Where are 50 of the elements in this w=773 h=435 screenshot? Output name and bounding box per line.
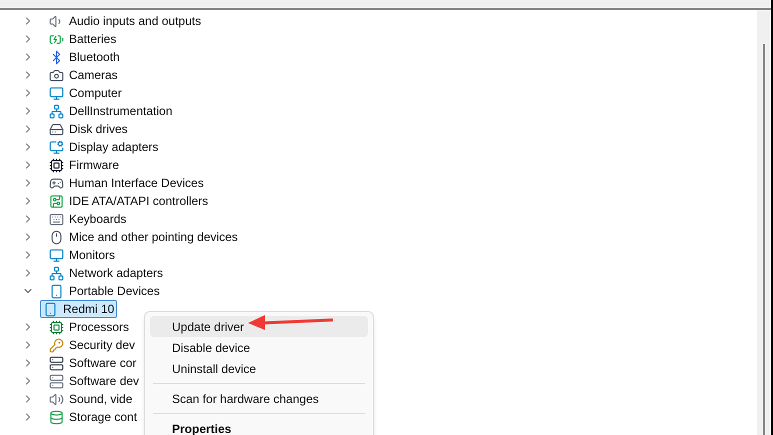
network-icon bbox=[49, 104, 64, 118]
menu-item[interactable]: Scan for hardware changes bbox=[150, 388, 368, 409]
tree-item[interactable]: Cameras bbox=[46, 66, 121, 84]
menu-item[interactable]: Uninstall device bbox=[150, 358, 368, 379]
tree-item[interactable]: Mice and other pointing devices bbox=[46, 228, 241, 246]
monitor-icon bbox=[49, 140, 64, 154]
keyboard-icon bbox=[49, 212, 64, 226]
tree-item[interactable]: Human Interface Devices bbox=[46, 174, 207, 192]
server-icon bbox=[49, 374, 64, 388]
tree-item[interactable]: Bluetooth bbox=[46, 48, 123, 66]
network-icon bbox=[49, 266, 64, 280]
tree-item[interactable]: Monitors bbox=[46, 246, 118, 264]
tree-item[interactable]: DellInstrumentation bbox=[46, 102, 176, 120]
circuit-board-icon bbox=[49, 194, 64, 208]
tree-item[interactable]: Portable Devices bbox=[46, 282, 163, 300]
server-icon bbox=[49, 356, 64, 370]
mouse-icon bbox=[49, 230, 64, 244]
scrollbar-thumb[interactable] bbox=[763, 44, 765, 435]
tree-item[interactable]: Firmware bbox=[46, 156, 122, 174]
menu-item[interactable]: Properties bbox=[150, 418, 368, 435]
phone-icon bbox=[43, 302, 58, 316]
tree-item[interactable]: Redmi 10 bbox=[40, 300, 118, 318]
menu-item[interactable]: Update driver bbox=[150, 316, 368, 337]
tree-item[interactable]: Display adapters bbox=[46, 138, 162, 156]
speaker-icon bbox=[49, 392, 64, 406]
menu-item[interactable]: Disable device bbox=[150, 337, 368, 358]
camera-icon bbox=[49, 68, 64, 82]
scrollbar[interactable] bbox=[757, 10, 771, 435]
storage-icon bbox=[49, 410, 64, 424]
tree-item[interactable]: Computer bbox=[46, 84, 125, 102]
chip-icon bbox=[49, 320, 64, 334]
tree-item[interactable]: Processors bbox=[46, 318, 132, 336]
monitor-icon bbox=[49, 248, 64, 262]
drive-icon bbox=[49, 122, 64, 136]
tree-item[interactable]: Disk drives bbox=[46, 120, 131, 138]
tree-item[interactable]: Security dev bbox=[46, 336, 138, 354]
phone-icon bbox=[49, 284, 64, 298]
tree-item[interactable]: Keyboards bbox=[46, 210, 130, 228]
tree-item[interactable]: Audio inputs and outputs bbox=[46, 12, 204, 30]
tree-item[interactable]: Software cor bbox=[46, 354, 140, 372]
gamepad-icon bbox=[49, 176, 64, 190]
tree-item[interactable]: Batteries bbox=[46, 30, 120, 48]
tree-item[interactable]: Storage cont bbox=[46, 408, 140, 426]
tree-item[interactable]: Software dev bbox=[46, 372, 142, 390]
tree-item[interactable]: Network adapters bbox=[46, 264, 166, 282]
chip-icon bbox=[49, 158, 64, 172]
tree-item[interactable]: Sound, vide bbox=[46, 390, 136, 408]
monitor-icon bbox=[49, 86, 64, 100]
tree-item[interactable]: IDE ATA/ATAPI controllers bbox=[46, 192, 212, 210]
key-icon bbox=[49, 338, 64, 352]
